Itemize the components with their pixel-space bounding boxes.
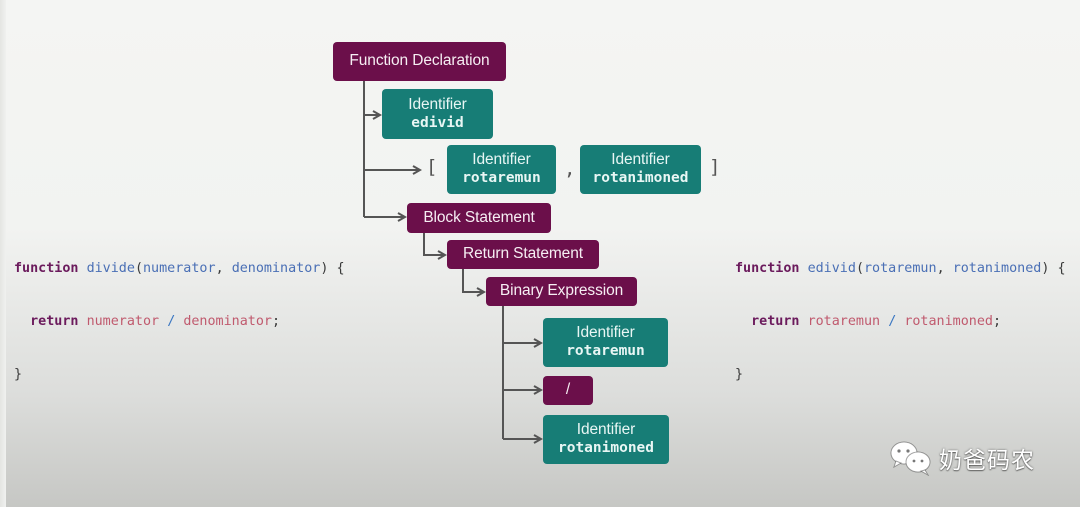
param: numerator <box>143 260 216 276</box>
wechat-icon <box>890 441 931 476</box>
code-line-3: } <box>14 362 345 389</box>
identifier-node-function-id: Identifier edivid <box>382 89 493 139</box>
keyword: function <box>14 260 79 276</box>
block-statement-node: Block Statement <box>407 203 551 233</box>
params-close-bracket: ] <box>709 156 721 178</box>
identifier-node-param-2: Identifier rotanimoned <box>580 145 701 194</box>
punctuation: , <box>936 260 953 276</box>
params-separator: , <box>564 158 576 180</box>
code-line-2: return rotaremun / rotanimoned; <box>735 309 1066 336</box>
reference: rotaremun <box>807 313 881 329</box>
node-label: Function Declaration <box>349 52 490 70</box>
punctuation: ) { <box>320 260 345 276</box>
punctuation: ( <box>855 260 864 276</box>
code-line-2: return numerator / denominator; <box>14 309 345 336</box>
punctuation: , <box>215 260 232 276</box>
code-line-1: function edivid(rotaremun, rotanimoned) … <box>735 256 1066 283</box>
punctuation: ) { <box>1041 260 1066 276</box>
reference: numerator <box>86 313 160 329</box>
connector-block-return <box>423 233 445 255</box>
code-line-1: function divide(numerator, denominator) … <box>14 256 345 283</box>
keyword: function <box>735 260 800 276</box>
node-name: edivid <box>411 114 464 131</box>
node-kind: Identifier <box>408 95 467 113</box>
watermark-text: 奶爸码农 <box>939 448 1035 474</box>
code-original: function divide(numerator, denominator) … <box>14 229 345 415</box>
params-open-bracket: [ <box>426 156 438 178</box>
node-name: rotaremun <box>462 170 541 187</box>
node-label: Binary Expression <box>499 282 624 300</box>
code-reversed: function edivid(rotaremun, rotanimoned) … <box>735 229 1066 415</box>
reference: rotanimoned <box>904 313 993 329</box>
reference: denominator <box>183 313 272 329</box>
code-line-3: } <box>735 362 1066 389</box>
param: rotaremun <box>864 260 937 276</box>
binary-expression-node: Binary Expression <box>486 277 637 306</box>
identifier-node-left: Identifier rotaremun <box>543 318 668 367</box>
node-kind: Identifier <box>611 151 670 169</box>
node-label: / <box>565 381 571 399</box>
connector-return-binary <box>462 269 484 292</box>
operator-node: / <box>543 376 593 405</box>
watermark: 奶爸码农 <box>889 440 1035 476</box>
function-declaration-node: Function Declaration <box>333 42 506 81</box>
node-name: rotaremun <box>566 343 645 360</box>
node-kind: Identifier <box>576 324 635 342</box>
node-kind: Identifier <box>576 421 636 439</box>
identifier-node-right: Identifier rotanimoned <box>543 415 669 464</box>
function-name: edivid <box>807 260 856 276</box>
return-statement-node: Return Statement <box>447 240 599 269</box>
node-name: rotanimoned <box>557 440 655 457</box>
node-name: rotanimoned <box>592 170 689 187</box>
punctuation: } <box>14 366 23 382</box>
operator: / <box>888 313 897 329</box>
punctuation: ; <box>272 313 281 329</box>
node-label: Return Statement <box>463 245 583 263</box>
identifier-node-param-1: Identifier rotaremun <box>447 145 556 194</box>
node-kind: Identifier <box>472 151 531 169</box>
keyword: return <box>751 313 800 329</box>
node-label: Block Statement <box>423 208 535 226</box>
param: denominator <box>231 260 321 276</box>
param: rotanimoned <box>952 260 1042 276</box>
function-name: divide <box>86 260 135 276</box>
punctuation: } <box>735 366 744 382</box>
operator: / <box>167 313 176 329</box>
keyword: return <box>30 313 79 329</box>
punctuation: ( <box>134 260 143 276</box>
punctuation: ; <box>993 313 1002 329</box>
